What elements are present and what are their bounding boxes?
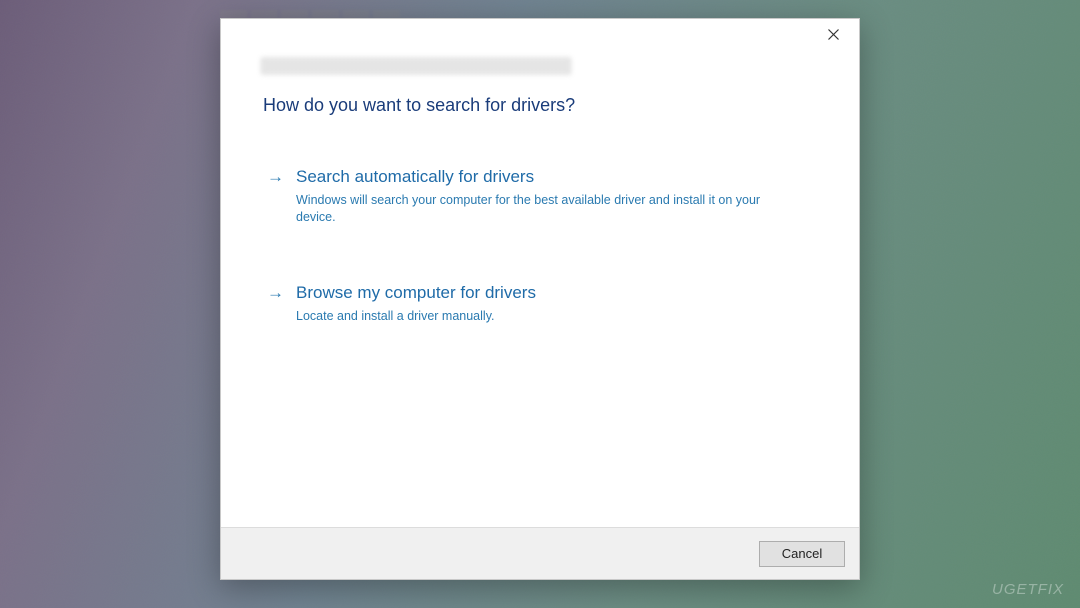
- arrow-right-icon: →: [267, 166, 284, 226]
- device-name-redacted: [261, 57, 571, 75]
- option-title: Browse my computer for drivers: [296, 282, 813, 304]
- titlebar: [221, 19, 859, 49]
- dialog-question: How do you want to search for drivers?: [263, 95, 817, 116]
- option-description: Windows will search your computer for th…: [296, 192, 776, 226]
- option-text: Browse my computer for drivers Locate an…: [296, 282, 813, 325]
- background-taskbar-hint: [220, 10, 400, 18]
- option-text: Search automatically for drivers Windows…: [296, 166, 813, 226]
- close-button[interactable]: [813, 20, 853, 48]
- close-icon: [828, 29, 839, 40]
- update-drivers-dialog: How do you want to search for drivers? →…: [220, 18, 860, 580]
- option-title: Search automatically for drivers: [296, 166, 813, 188]
- option-description: Locate and install a driver manually.: [296, 308, 776, 325]
- option-search-automatically[interactable]: → Search automatically for drivers Windo…: [263, 160, 817, 232]
- cancel-button[interactable]: Cancel: [759, 541, 845, 567]
- dialog-content: How do you want to search for drivers? →…: [221, 95, 859, 527]
- option-browse-computer[interactable]: → Browse my computer for drivers Locate …: [263, 276, 817, 331]
- dialog-footer: Cancel: [221, 527, 859, 579]
- arrow-right-icon: →: [267, 282, 284, 325]
- watermark: UGETFIX: [992, 581, 1064, 598]
